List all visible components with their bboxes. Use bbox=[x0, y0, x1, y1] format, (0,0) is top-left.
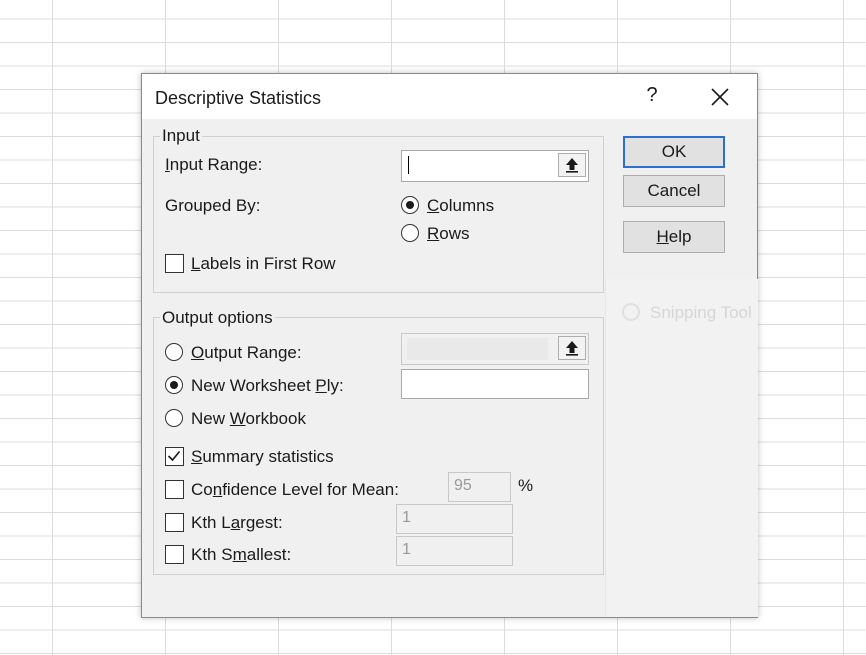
confidence-level-label[interactable]: Confidence Level for Mean: bbox=[191, 480, 399, 500]
input-range-field[interactable] bbox=[401, 150, 589, 182]
summary-statistics-checkbox[interactable] bbox=[165, 447, 184, 466]
input-range-collapse-button[interactable] bbox=[558, 153, 586, 177]
input-group-legend: Input bbox=[160, 126, 202, 146]
columns-radio[interactable] bbox=[401, 196, 419, 214]
labels-first-row-checkbox[interactable] bbox=[165, 254, 184, 273]
rows-label[interactable]: Rows bbox=[427, 224, 470, 244]
title-bar[interactable]: Descriptive Statistics ? bbox=[142, 74, 757, 119]
collapse-arrow-icon bbox=[566, 158, 578, 173]
labels-first-row-label[interactable]: Labels in First Row bbox=[191, 254, 336, 274]
kth-smallest-checkbox[interactable] bbox=[165, 545, 184, 564]
new-worksheet-name-field[interactable] bbox=[401, 369, 589, 399]
help-button[interactable]: Help bbox=[623, 221, 725, 253]
new-workbook-radio[interactable] bbox=[165, 409, 183, 427]
rows-radio[interactable] bbox=[401, 224, 419, 242]
checkmark-icon bbox=[167, 450, 181, 462]
confidence-level-field[interactable]: 95 bbox=[448, 472, 511, 502]
percent-sign: % bbox=[518, 476, 534, 495]
snipping-tool-ghost-text: Snipping Tool bbox=[650, 303, 752, 322]
new-worksheet-radio[interactable] bbox=[165, 376, 183, 394]
snipping-tool-icon bbox=[622, 303, 640, 321]
new-workbook-label[interactable]: New Workbook bbox=[191, 409, 306, 429]
background-window-ghost: Snipping Tool bbox=[605, 279, 758, 617]
kth-largest-field[interactable]: 1 bbox=[396, 504, 513, 534]
help-icon[interactable]: ? bbox=[642, 84, 662, 107]
close-icon[interactable] bbox=[705, 82, 735, 112]
cancel-button[interactable]: Cancel bbox=[623, 175, 725, 207]
descriptive-statistics-dialog: Descriptive Statistics ? Snipping Tool I… bbox=[141, 73, 758, 618]
confidence-level-checkbox[interactable] bbox=[165, 480, 184, 499]
summary-statistics-label[interactable]: Summary statistics bbox=[191, 447, 334, 467]
output-range-collapse-button[interactable] bbox=[558, 336, 586, 360]
output-range-label[interactable]: Output Range: bbox=[191, 343, 302, 363]
input-range-label: Input Range: bbox=[165, 155, 263, 174]
new-worksheet-label[interactable]: New Worksheet Ply: bbox=[191, 376, 344, 396]
collapse-arrow-icon bbox=[566, 341, 578, 356]
kth-largest-label[interactable]: Kth Largest: bbox=[191, 513, 283, 533]
output-group-legend: Output options bbox=[160, 308, 275, 328]
grouped-by-label: Grouped By: bbox=[165, 196, 261, 215]
ok-button[interactable]: OK bbox=[623, 136, 725, 168]
columns-label[interactable]: Columns bbox=[427, 196, 494, 216]
kth-largest-checkbox[interactable] bbox=[165, 513, 184, 532]
kth-smallest-label[interactable]: Kth Smallest: bbox=[191, 545, 291, 565]
output-range-radio[interactable] bbox=[165, 343, 183, 361]
output-range-field[interactable] bbox=[401, 333, 589, 365]
radio-selected-dot bbox=[405, 200, 414, 209]
dialog-title: Descriptive Statistics bbox=[155, 88, 322, 108]
kth-smallest-field[interactable]: 1 bbox=[396, 536, 513, 566]
radio-selected-dot bbox=[169, 380, 178, 389]
text-caret bbox=[408, 156, 409, 174]
